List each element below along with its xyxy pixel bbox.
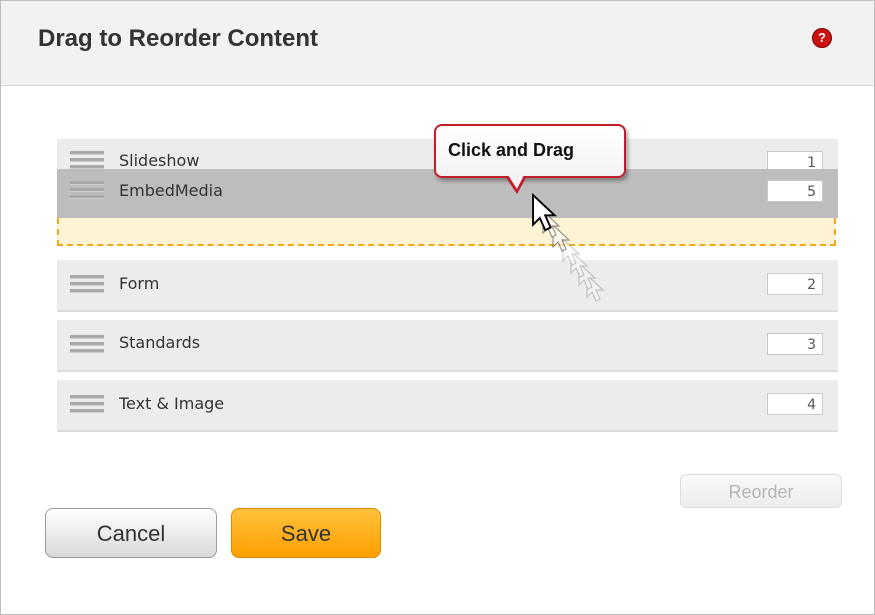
drag-handle-icon[interactable] xyxy=(70,395,104,415)
reorder-button[interactable]: Reorder xyxy=(680,474,842,508)
list-item-label: Standards xyxy=(119,333,201,352)
drag-handle-icon[interactable] xyxy=(70,335,104,355)
drag-handle-icon[interactable] xyxy=(70,181,104,201)
drag-handle-icon[interactable] xyxy=(70,275,104,295)
list-item-label: Slideshow xyxy=(119,151,200,170)
cancel-button[interactable]: Cancel xyxy=(45,508,217,558)
drop-placeholder xyxy=(57,218,836,246)
save-button[interactable]: Save xyxy=(231,508,381,558)
list-item-standards[interactable]: Standards 3 xyxy=(57,320,838,372)
callout-tail-inner xyxy=(508,175,524,189)
cursor-trail-icon xyxy=(532,194,604,302)
list-item-form[interactable]: Form 2 xyxy=(57,260,838,312)
dialog-header: Drag to Reorder Content ? xyxy=(1,1,874,86)
question-icon[interactable]: ? xyxy=(812,28,832,48)
list-item-label: Text & Image xyxy=(119,394,225,413)
list-item-text-image[interactable]: Text & Image 4 xyxy=(57,380,838,432)
list-item-label: Form xyxy=(119,274,160,293)
order-input[interactable]: 3 xyxy=(767,333,823,355)
order-input[interactable]: 5 xyxy=(767,180,823,202)
reorder-dialog: Drag to Reorder Content ? Slideshow 1 Em… xyxy=(0,0,875,615)
callout-text: Click and Drag xyxy=(448,140,575,160)
drag-hint-callout: Click and Drag xyxy=(434,124,626,178)
order-input[interactable]: 2 xyxy=(767,273,823,295)
order-input[interactable]: 4 xyxy=(767,393,823,415)
list-item-label: EmbedMedia xyxy=(119,181,223,200)
drag-handle-icon[interactable] xyxy=(70,151,104,171)
dialog-title: Drag to Reorder Content xyxy=(38,25,319,52)
